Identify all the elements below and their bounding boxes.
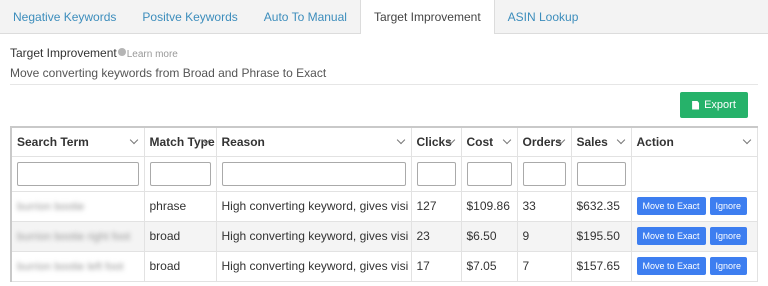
column-label: Cost	[466, 134, 494, 149]
move-to-exact-button[interactable]: Move to Exact	[636, 257, 706, 275]
export-button[interactable]: Export	[680, 92, 748, 118]
cell-action: Move to Exact Ignore	[630, 220, 758, 252]
cell-clicks: 127	[410, 190, 462, 222]
tab-target-improvement[interactable]: Target Improvement	[359, 0, 495, 34]
tab-positive-keywords[interactable]: Positve Keywords	[129, 0, 250, 33]
filter-input-sales[interactable]	[576, 161, 626, 186]
column-header-match-type[interactable]: Match Type	[143, 126, 217, 157]
search-term-text: burrion bootie right foot	[17, 231, 131, 243]
cell-orders: 7	[516, 250, 572, 282]
move-to-exact-button[interactable]: Move to Exact	[636, 227, 706, 245]
tab-auto-to-manual[interactable]: Auto To Manual	[251, 0, 360, 33]
ignore-button[interactable]: Ignore	[709, 227, 748, 245]
cell-cost: $109.86	[460, 190, 518, 222]
cell-match-type: broad	[143, 220, 217, 252]
cell-sales: $157.65	[570, 250, 632, 282]
tab-bar: Negative Keywords Positve Keywords Auto …	[0, 0, 768, 34]
learn-more-link[interactable]: Learn more	[127, 49, 178, 60]
target-improvement-panel: Target Improvement Learn more Move conve…	[0, 34, 768, 286]
move-to-exact-button[interactable]: Move to Exact	[636, 197, 706, 215]
cell-search-term: burrion bootie right foot	[10, 220, 145, 252]
table-row: burrion bootie left foot broad High conv…	[10, 250, 758, 282]
tab-asin-lookup[interactable]: ASIN Lookup	[495, 0, 592, 33]
column-header-action[interactable]: Action	[630, 126, 758, 157]
cell-reason: High converting keyword, gives visi	[215, 220, 412, 252]
column-label: Orders	[522, 134, 562, 149]
cell-orders: 33	[516, 190, 572, 222]
column-label: Action	[636, 134, 674, 149]
search-term-text: burrion bootie	[17, 201, 85, 213]
keywords-table: Search Term Match Type Reason Clicks Cos…	[10, 126, 758, 282]
filter-input-cost[interactable]	[466, 161, 512, 186]
cell-clicks: 17	[410, 250, 462, 282]
cell-clicks: 23	[410, 220, 462, 252]
column-label: Sales	[576, 134, 608, 149]
info-icon	[117, 48, 126, 56]
cell-match-type: broad	[143, 250, 217, 282]
panel-subtitle: Move converting keywords from Broad and …	[10, 66, 327, 80]
cell-orders: 9	[516, 220, 572, 252]
column-header-clicks[interactable]: Clicks	[410, 126, 462, 157]
cell-action: Move to Exact Ignore	[630, 190, 758, 222]
cell-search-term: burrion bootie left foot	[10, 250, 145, 282]
ignore-button[interactable]: Ignore	[709, 257, 748, 275]
table-row: burrion bootie right foot broad High con…	[10, 220, 758, 252]
table-row: burrion bootie phrase High converting ke…	[10, 190, 758, 222]
column-header-search-term[interactable]: Search Term	[10, 126, 145, 157]
cell-cost: $6.50	[460, 220, 518, 252]
search-term-text: burrion bootie left foot	[17, 261, 124, 273]
cell-reason: High converting keyword, gives visi	[215, 190, 412, 222]
filter-input-search-term[interactable]	[17, 161, 139, 186]
column-header-reason[interactable]: Reason	[215, 126, 412, 157]
chevron-down-icon	[502, 135, 511, 145]
divider	[10, 84, 758, 85]
column-label: Reason	[221, 134, 265, 149]
chevron-down-icon	[396, 135, 405, 145]
export-label: Export	[704, 99, 736, 111]
column-header-sales[interactable]: Sales	[570, 126, 632, 157]
filter-input-reason[interactable]	[221, 161, 406, 186]
ignore-button[interactable]: Ignore	[709, 197, 748, 215]
filter-input-clicks[interactable]	[416, 161, 456, 186]
cell-action: Move to Exact Ignore	[630, 250, 758, 282]
filter-input-match-type[interactable]	[149, 161, 211, 186]
chevron-down-icon	[742, 135, 751, 145]
column-header-orders[interactable]: Orders	[516, 126, 572, 157]
column-header-cost[interactable]: Cost	[460, 126, 518, 157]
cell-sales: $632.35	[570, 190, 632, 222]
panel-header: Target Improvement Learn more	[10, 46, 178, 60]
filter-input-orders[interactable]	[522, 161, 566, 186]
panel-title: Target Improvement	[10, 46, 117, 60]
chevron-down-icon	[129, 135, 138, 145]
cell-sales: $195.50	[570, 220, 632, 252]
column-label: Search Term	[17, 134, 89, 149]
chevron-down-icon	[616, 135, 625, 145]
cell-match-type: phrase	[143, 190, 217, 222]
cell-reason: High converting keyword, gives visi	[215, 250, 412, 282]
cell-cost: $7.05	[460, 250, 518, 282]
cell-search-term: burrion bootie	[10, 190, 145, 222]
file-icon	[692, 100, 700, 110]
tab-negative-keywords[interactable]: Negative Keywords	[0, 0, 129, 33]
column-label: Clicks	[416, 134, 452, 149]
